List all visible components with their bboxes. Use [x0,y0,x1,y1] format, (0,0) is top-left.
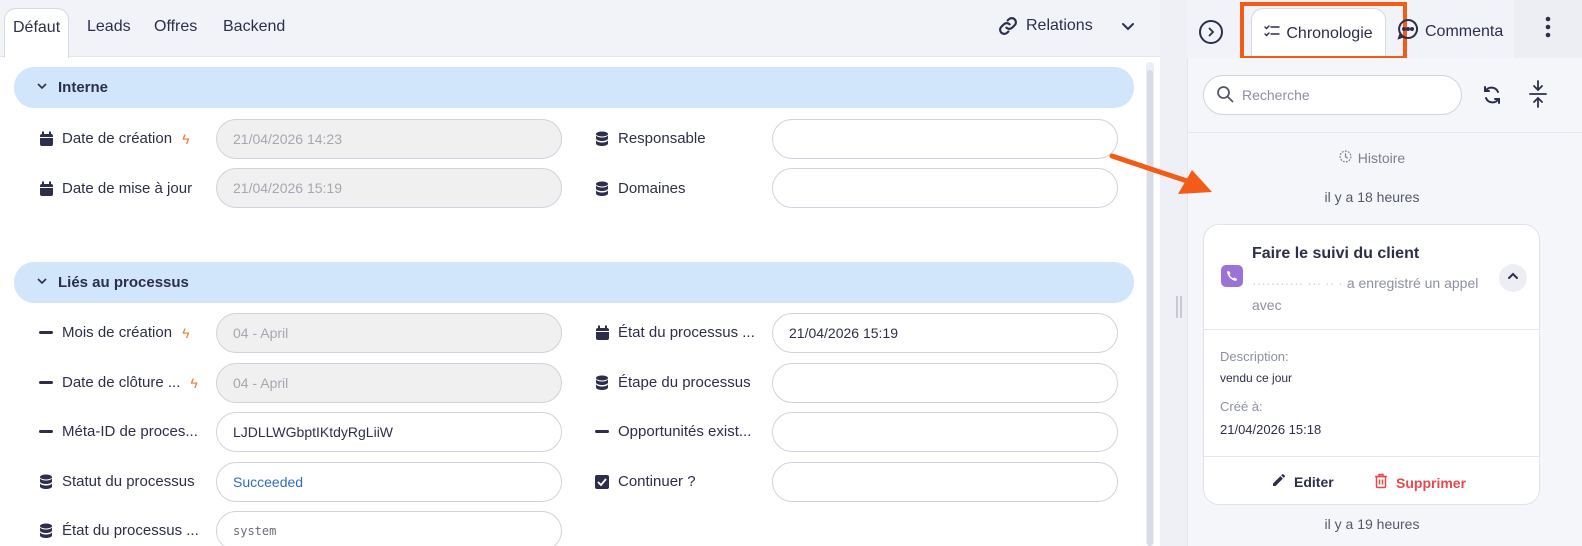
field-label-date-cloture: Date de clôture ... ϟ [38,374,198,391]
trash-icon [1374,473,1388,492]
dash-icon [38,430,54,433]
etat-processus-bas-field[interactable]: system [216,511,562,546]
search-icon [1216,85,1234,106]
dash-icon [594,430,610,433]
tab-offres[interactable]: Offres [154,18,197,36]
calendar-icon [594,325,610,341]
domaines-field[interactable] [772,168,1118,208]
created-label: Créé à: [1220,399,1263,414]
field-label-opportunites: Opportunités exist... [594,423,751,440]
chevron-down-icon [36,274,48,291]
date-creation-field[interactable]: 21/04/2026 14:23 [216,119,562,159]
tab-leads[interactable]: Leads [87,18,131,36]
etat-processus-field[interactable]: 21/04/2026 15:19 [772,313,1118,353]
database-icon [38,523,54,539]
field-label-domaines: Domaines [594,180,686,197]
record-form-panel: Défaut Leads Offres Backend Relations In… [0,0,1160,546]
tab-backend[interactable]: Backend [223,18,285,36]
divider [1187,132,1582,133]
calendar-icon [38,131,54,147]
more-options-button[interactable] [1514,0,1582,58]
scrollbar-thumb[interactable] [1147,70,1153,546]
pencil-icon [1272,473,1286,490]
meta-id-field[interactable]: LJDLLWGbptIKtdyRgLiiW [216,412,562,452]
bolt-icon: ϟ [182,324,190,341]
field-label-statut: Statut du processus [38,473,195,490]
date-maj-field[interactable]: 21/04/2026 15:19 [216,168,562,208]
delete-button[interactable]: Supprimer [1374,473,1466,492]
time-ago-label: il y a 19 heures [1324,516,1420,532]
section-processus-header[interactable]: Liés au processus [14,262,1134,303]
section-title: Interne [58,79,109,96]
section-interne-header[interactable]: Interne [14,67,1134,108]
date-cloture-field[interactable]: 04 - April [216,363,562,403]
chevron-up-icon [1507,269,1519,287]
chevron-down-icon [36,79,48,96]
field-label-mois-creation: Mois de création ϟ [38,324,189,341]
comment-icon [1397,18,1419,45]
timeline-card: Faire le suivi du client ··········· ···… [1203,224,1540,505]
resize-handle[interactable] [1176,296,1182,318]
database-icon [594,131,610,147]
annotation-highlight-box [1240,2,1407,60]
field-label-date-creation: Date de création ϟ [38,130,190,147]
commentaires-label: Commenta [1425,22,1504,40]
form-scrollbar[interactable] [1146,62,1154,546]
collapse-card-button[interactable] [1499,264,1527,292]
refresh-icon[interactable] [1481,84,1503,111]
section-title: Liés au processus [58,274,189,291]
edit-button[interactable]: Editer [1272,473,1334,490]
database-icon [38,474,54,490]
divider [1204,329,1539,330]
chevron-down-icon[interactable] [1120,18,1136,39]
histoire-header: Histoire [1187,150,1557,166]
field-label-meta-id: Méta-ID de proces... [38,423,198,440]
statut-processus-field[interactable]: Succeeded [216,462,562,502]
bolt-icon: ϟ [182,130,190,147]
continuer-field[interactable] [772,462,1118,502]
dash-icon [38,381,54,384]
etape-processus-field[interactable] [772,363,1118,403]
created-value: 21/04/2026 15:18 [1220,422,1322,437]
field-label-continuer: Continuer ? [594,473,696,490]
field-label-responsable: Responsable [594,130,706,147]
phone-icon [1221,265,1243,287]
description-label: Description: [1220,349,1289,364]
collapse-all-icon[interactable] [1528,80,1548,113]
bolt-icon: ϟ [190,374,198,391]
field-label-etat-processus-bas: État du processus ... [38,522,199,539]
card-title: Faire le suivi du client [1252,245,1420,262]
field-label-etat-processus: État du processus ... [594,324,755,341]
mois-creation-field[interactable]: 04 - April [216,313,562,353]
divider [1204,456,1539,457]
description-value: vendu ce jour [1220,371,1293,385]
link-icon [998,16,1018,36]
tab-defaut[interactable]: Défaut [4,8,70,58]
relations-label: Relations [1026,17,1093,34]
tab-commentaires[interactable]: Commenta [1397,18,1517,45]
timeline-search-input[interactable]: Recherche [1203,75,1462,115]
annotation-arrow-icon [1109,153,1212,194]
field-label-date-maj: Date de mise à jour [38,180,192,197]
dash-icon [38,331,54,334]
history-icon [1339,150,1352,166]
checkbox-icon [594,474,610,489]
responsable-field[interactable] [772,119,1118,159]
search-placeholder: Recherche [1242,87,1310,103]
relations-button[interactable]: Relations [998,16,1093,36]
database-icon [594,181,610,197]
kebab-icon [1545,16,1551,43]
redacted-user[interactable]: ··········· ··· ·· · [1252,275,1343,291]
panel-divider [1160,0,1187,546]
opportunites-field[interactable] [772,412,1118,452]
card-subtitle: ··········· ··· ·· · a enregistré un app… [1252,275,1479,313]
time-ago-label: il y a 18 heures [1324,189,1420,205]
database-icon [594,375,610,391]
calendar-icon [38,181,54,197]
form-tabs: Défaut Leads Offres Backend Relations [0,0,1160,58]
expand-panel-button[interactable] [1199,20,1223,44]
field-label-etape-processus: Étape du processus [594,374,751,391]
